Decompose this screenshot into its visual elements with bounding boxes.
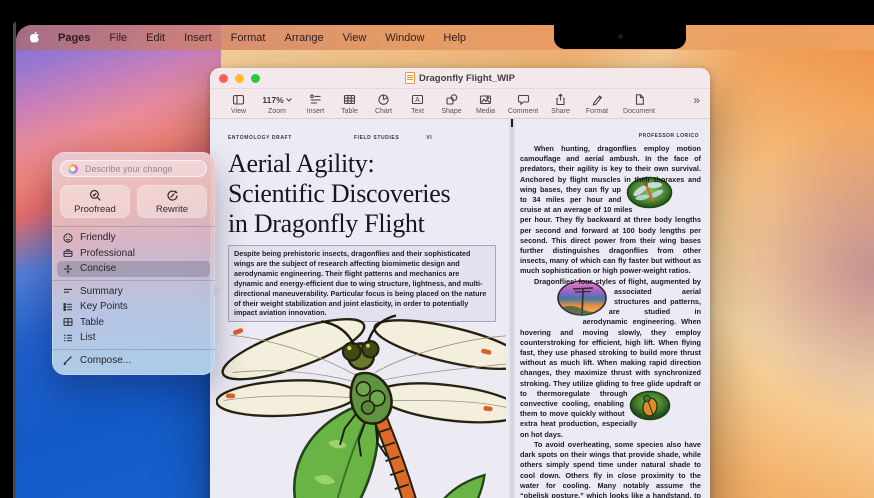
toolbar-zoom-control[interactable]: 117% Zoom [256,93,298,115]
popup-arrow [214,285,221,297]
writing-tools-option-compose[interactable]: Compose... [57,353,210,369]
body-paragraph-3[interactable]: To avoid overheating, some species also … [520,440,701,498]
window-title-bar[interactable]: Dragonfly Flight_WIP [210,68,710,89]
view-sidebar-icon [232,93,245,107]
page-kicker: ENTOMOLOGY DRAFT FIELD STUDIES VI [228,135,496,142]
toolbar-media-button[interactable]: Media [469,93,502,115]
writing-tools-option-professional[interactable]: Professional [57,246,210,262]
menu-item-file[interactable]: File [109,32,127,44]
inline-image-green-beetle[interactable] [629,390,671,422]
table-icon [343,93,356,107]
toolbar-format-button[interactable]: Format [578,93,616,115]
toolbar-view-button[interactable]: View [222,93,255,115]
rewrite-circle-pencil-icon [166,189,179,202]
comment-bubble-icon [517,93,530,107]
proofread-button[interactable]: Proofread [60,185,130,218]
writing-tools-option-summary[interactable]: Summary [57,284,210,300]
kicker-center: FIELD STUDIES [354,135,399,141]
table-grid-icon [62,317,73,327]
byline: PROFESSOR LORICO [520,133,699,139]
window-toolbar: View 117% Zoom Insert Table Chart [210,89,710,119]
toolbar-overflow-chevron[interactable]: » [693,93,702,115]
writing-tools-option-concise[interactable]: Concise [57,261,210,277]
paragraph-text: To avoid overheating, some species also … [520,440,701,498]
paragraph-text: Dragonflies’ [534,277,576,286]
chevron-down-icon [286,98,292,102]
concise-compress-icon [62,264,73,274]
format-brush-icon [591,93,604,107]
document-page-right[interactable]: PROFESSOR LORICO When hunting, dragonfli… [512,119,710,498]
chart-pie-icon [377,93,390,107]
proofread-magnifier-icon [89,189,102,202]
dragonfly-illustration[interactable] [216,291,506,498]
document-icon [633,93,646,107]
text-cursor [511,119,513,127]
window-title-text: Dragonfly Flight_WIP [419,73,515,84]
menu-item-help[interactable]: Help [443,32,466,44]
macbook-screen: Pages File Edit Insert Format Arrange Vi… [16,25,874,498]
insert-icon [309,93,322,107]
toolbar-insert-button[interactable]: Insert [299,93,332,115]
toolbar-document-button[interactable]: Document [617,93,661,115]
share-icon [554,93,567,107]
paragraph-text: to thermoregulate through convective coo… [520,389,637,439]
menu-item-insert[interactable]: Insert [184,32,212,44]
menu-item-window[interactable]: Window [385,32,424,44]
describe-change-input[interactable] [83,163,199,175]
smiley-icon [62,233,73,243]
pages-window: Dragonfly Flight_WIP View 117% Zoom Inse… [210,68,710,498]
toolbar-table-button[interactable]: Table [333,93,366,115]
bullet-list-icon [62,302,73,312]
display-notch [554,25,686,49]
page-fold [508,119,516,498]
body-paragraph-2[interactable]: Dragonflies’ [520,277,701,440]
toolbar-chart-button[interactable]: Chart [367,93,400,115]
window-title: Dragonfly Flight_WIP [210,72,710,84]
apple-menu-icon[interactable] [30,31,42,45]
zoom-value: 117% [262,95,283,105]
menu-item-edit[interactable]: Edit [146,32,165,44]
toolbar-shape-button[interactable]: Shape [435,93,468,115]
writing-tools-option-friendly[interactable]: Friendly [57,230,210,246]
menu-item-pages[interactable]: Pages [58,32,90,44]
media-image-icon [479,93,492,107]
toolbar-text-button[interactable]: A Text [401,93,434,115]
writing-tools-option-list[interactable]: List [57,330,210,346]
paragraph-text: four styles of flight, augmented by asso… [520,277,701,388]
briefcase-icon [62,248,73,258]
camera-dot [618,34,623,39]
document-page-left[interactable]: ENTOMOLOGY DRAFT FIELD STUDIES VI Aerial… [210,119,512,498]
paragraph-text: by flight muscles in their thoraxes and … [520,175,701,276]
shape-icon [445,93,458,107]
document-canvas[interactable]: ENTOMOLOGY DRAFT FIELD STUDIES VI Aerial… [210,119,710,498]
menu-item-arrange[interactable]: Arrange [284,32,323,44]
article-title[interactable]: Aerial Agility: Scientific Discoveries i… [228,149,496,239]
kicker-left: ENTOMOLOGY DRAFT [228,135,292,141]
writing-tools-option-key-points[interactable]: Key Points [57,299,210,315]
document-file-icon [405,72,415,84]
body-paragraph-1[interactable]: When hunting, dragonflies employ motion … [520,144,701,277]
apple-intelligence-icon [68,164,78,174]
compose-pencil-icon [62,355,73,365]
summary-lines-icon [62,286,73,296]
writing-tools-option-table[interactable]: Table [57,315,210,331]
toolbar-share-button[interactable]: Share [544,93,577,115]
describe-change-field[interactable] [60,160,207,177]
text-box-icon: A [411,93,424,107]
menu-item-format[interactable]: Format [231,32,266,44]
toolbar-comment-button[interactable]: Comment [503,93,543,115]
writing-tools-popup: Proofread Rewrite Friendly Professiona [52,152,215,375]
kicker-number: VI [426,135,432,141]
menu-item-view[interactable]: View [343,32,367,44]
svg-text:A: A [415,97,420,104]
menu-bar: Pages File Edit Insert Format Arrange Vi… [16,25,874,50]
rewrite-button[interactable]: Rewrite [137,185,207,218]
list-icon [62,333,73,343]
